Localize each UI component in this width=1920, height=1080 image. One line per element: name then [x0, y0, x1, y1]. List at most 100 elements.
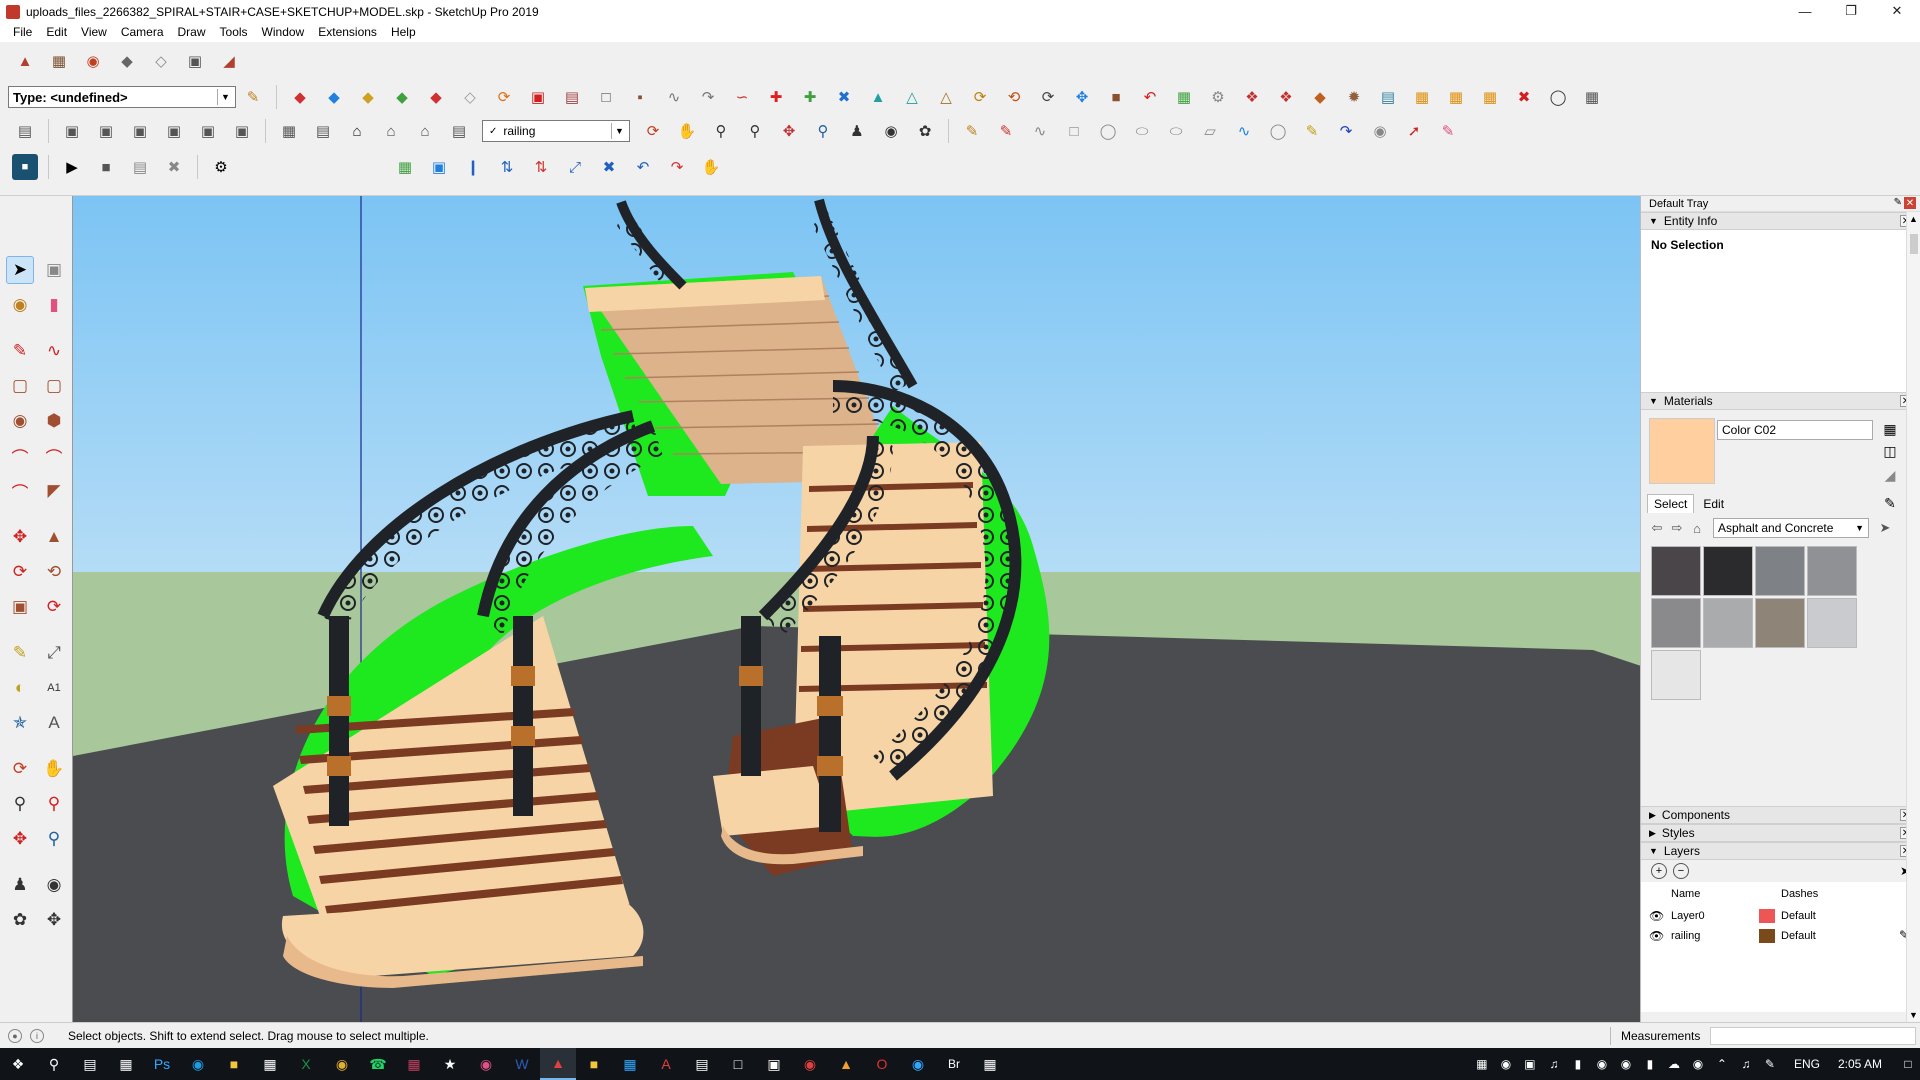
layer-row[interactable]: 👁 Layer0 Default [1641, 906, 1919, 926]
layers-header[interactable]: ▼ Layers ✕ [1641, 842, 1920, 860]
wireframe-icon[interactable]: ▤ [310, 118, 336, 144]
menu-camera[interactable]: Camera [114, 25, 171, 39]
tool-b-icon[interactable]: ▣ [426, 154, 452, 180]
draw-tool-8-icon[interactable]: ∿ [1231, 118, 1257, 144]
freehand-icon[interactable]: ∿ [40, 337, 68, 365]
search-icon[interactable]: ⚲ [36, 1048, 72, 1080]
excel-icon[interactable]: X [288, 1048, 324, 1080]
draw-tool-1-icon[interactable]: ✎ [993, 118, 1019, 144]
scroll-thumb[interactable] [1910, 234, 1918, 254]
tool-g-icon[interactable]: ✖ [596, 154, 622, 180]
line-tool-icon[interactable]: ✎ [6, 337, 34, 365]
three-point-arc-icon[interactable]: ⌒ [6, 477, 34, 505]
tool-f-icon[interactable]: ⤢ [562, 154, 588, 180]
extension-tool-7-icon[interactable]: ⟳ [491, 84, 517, 110]
draw-tool-9-icon[interactable]: ◯ [1265, 118, 1291, 144]
scale-icon[interactable]: ▣ [6, 593, 34, 621]
app-icon-1[interactable]: ▦ [396, 1048, 432, 1080]
section-tool-icon[interactable]: ✥ [40, 906, 68, 934]
draw-tool-3-icon[interactable]: □ [1061, 118, 1087, 144]
rectangle-icon[interactable]: ▢ [6, 372, 34, 400]
axes-icon[interactable]: ✯ [6, 709, 34, 737]
extension-tool-20-icon[interactable]: △ [933, 84, 959, 110]
orbit-icon[interactable]: ⟳ [640, 118, 666, 144]
speaker-icon[interactable]: ♫ [1734, 1057, 1758, 1071]
app-icon-10[interactable]: ◉ [900, 1048, 936, 1080]
app-icon-11[interactable]: ▦ [972, 1048, 1008, 1080]
top-view-icon[interactable]: ▣ [93, 118, 119, 144]
extension-tool-14-icon[interactable]: ∽ [729, 84, 755, 110]
menu-window[interactable]: Window [255, 25, 312, 39]
file-explorer-icon[interactable]: ■ [216, 1048, 252, 1080]
draw-tool-6-icon[interactable]: ⬭ [1163, 118, 1189, 144]
menu-draw[interactable]: Draw [171, 25, 213, 39]
layer-row[interactable]: 👁 railing Default ✎ [1641, 926, 1919, 946]
clock[interactable]: 2:05 AM [1838, 1057, 1882, 1071]
extension-tool-21-icon[interactable]: ⟳ [967, 84, 993, 110]
gear-icon[interactable]: ⚙ [208, 154, 234, 180]
front-view-icon[interactable]: ▣ [127, 118, 153, 144]
zoom-extents-icon[interactable]: ✥ [776, 118, 802, 144]
menu-file[interactable]: File [6, 25, 39, 39]
app-icon-5[interactable]: ▤ [684, 1048, 720, 1080]
calculator-icon[interactable]: ▦ [108, 1048, 144, 1080]
material-swatch[interactable] [1703, 546, 1753, 596]
3d-text-icon[interactable]: A [40, 709, 68, 737]
microphone-icon[interactable]: ♫ [1542, 1057, 1566, 1071]
app-icon-4[interactable]: ▦ [612, 1048, 648, 1080]
usb-icon[interactable]: ▮ [1566, 1057, 1590, 1071]
material-swatch[interactable] [1703, 598, 1753, 648]
material-swatch[interactable] [1807, 598, 1857, 648]
hidden-line-icon[interactable]: ⌂ [344, 118, 370, 144]
extension-tool-25-icon[interactable]: ■ [1103, 84, 1129, 110]
app-icon-2[interactable]: ★ [432, 1048, 468, 1080]
display-secondary-icon[interactable]: ▦ [1881, 420, 1899, 438]
lumion-logo-icon[interactable]: ■ [12, 154, 38, 180]
tool-a-icon[interactable]: ▦ [392, 154, 418, 180]
menu-tools[interactable]: Tools [213, 25, 255, 39]
cloud-icon[interactable]: ☁ [1662, 1057, 1686, 1071]
eraser-tool-icon[interactable]: ✎ [1435, 118, 1461, 144]
extension-tool-30-icon[interactable]: ❖ [1273, 84, 1299, 110]
look-around-icon[interactable]: ◉ [878, 118, 904, 144]
extension-tool-27-icon[interactable]: ▦ [1171, 84, 1197, 110]
back-arrow-icon[interactable]: ⇦ [1647, 520, 1667, 536]
home-icon[interactable]: ⌂ [1687, 521, 1707, 536]
extension-tool-32-icon[interactable]: ✹ [1341, 84, 1367, 110]
rotate-icon[interactable]: ⟳ [6, 558, 34, 586]
tray-scrollbar[interactable]: ▲ ▼ [1906, 212, 1920, 1022]
text-icon[interactable]: A1 [40, 674, 68, 702]
extension-tool-36-icon[interactable]: ▦ [1477, 84, 1503, 110]
task-view-icon[interactable]: ▤ [72, 1048, 108, 1080]
classifier-icon[interactable]: ✎ [240, 84, 266, 110]
extension-tool-38-icon[interactable]: ◯ [1545, 84, 1571, 110]
previous-tool-icon[interactable]: ⚲ [40, 825, 68, 853]
edge-icon[interactable]: ◉ [180, 1048, 216, 1080]
opera-icon[interactable]: O [864, 1048, 900, 1080]
add-layer-icon[interactable]: + [1651, 863, 1667, 879]
measurements-input[interactable] [1710, 1026, 1916, 1045]
eye-icon[interactable]: 👁 [1649, 929, 1664, 943]
add-scene-icon[interactable]: ▤ [127, 154, 153, 180]
draw-tool-5-icon[interactable]: ⬭ [1129, 118, 1155, 144]
app-icon-3[interactable]: ◉ [468, 1048, 504, 1080]
pie-icon[interactable]: ◤ [40, 477, 68, 505]
back-view-icon[interactable]: ▣ [195, 118, 221, 144]
extension-tool-1-icon[interactable]: ◆ [287, 84, 313, 110]
scroll-up-icon[interactable]: ▲ [1909, 214, 1918, 224]
extension-tool-18-icon[interactable]: ▲ [865, 84, 891, 110]
styles-header[interactable]: ▶ Styles ✕ [1641, 824, 1920, 842]
pin-icon[interactable]: ✎ [1894, 197, 1902, 208]
materials-header[interactable]: ▼ Materials ✕ [1641, 392, 1920, 410]
push-pull-icon[interactable]: ▲ [40, 523, 68, 551]
iso-view-icon[interactable]: ▣ [59, 118, 85, 144]
extension-tool-34-icon[interactable]: ▦ [1409, 84, 1435, 110]
sandbox-from-contours-icon[interactable]: ▲ [12, 48, 38, 74]
extension-tool-35-icon[interactable]: ▦ [1443, 84, 1469, 110]
make-component-icon[interactable]: ▣ [40, 256, 68, 284]
bridge-icon[interactable]: Br [936, 1048, 972, 1080]
position-camera-tool-icon[interactable]: ♟ [6, 871, 34, 899]
material-swatch[interactable] [1807, 546, 1857, 596]
zoom-extents-tool-icon[interactable]: ✥ [6, 825, 34, 853]
shaded-icon[interactable]: ⌂ [378, 118, 404, 144]
